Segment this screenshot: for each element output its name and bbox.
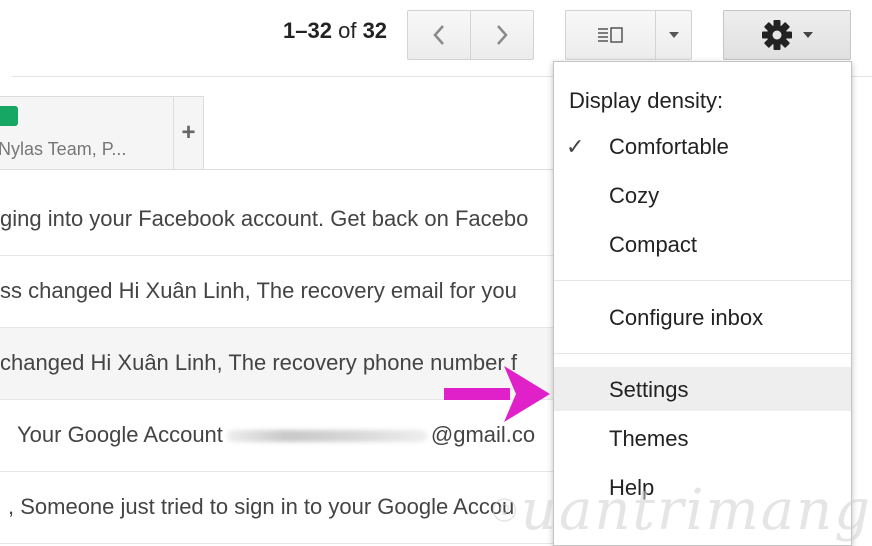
pagination-total: 32 xyxy=(362,18,388,43)
density-compact-item[interactable]: Compact xyxy=(554,222,851,266)
menu-separator xyxy=(554,353,851,354)
split-pane-menu-button[interactable] xyxy=(655,10,692,60)
email-snippet: ss changed Hi Xuân Linh, The recovery em… xyxy=(0,278,517,303)
tab-baseline xyxy=(12,169,572,170)
caret-down-icon xyxy=(803,32,813,38)
add-tab-button[interactable]: + xyxy=(174,96,204,170)
email-row[interactable]: ging into your Facebook account. Get bac… xyxy=(0,184,560,256)
toggle-split-pane-button[interactable] xyxy=(565,10,655,60)
themes-item[interactable]: Themes xyxy=(554,416,851,460)
menu-item-label: Configure inbox xyxy=(609,305,764,330)
email-row[interactable]: ss changed Hi Xuân Linh, The recovery em… xyxy=(0,256,560,328)
menu-item-label: Compact xyxy=(609,232,698,257)
display-density-heading: Display density: xyxy=(569,88,724,113)
lightbulb-logo-icon xyxy=(492,498,517,522)
email-snippet: , Someone just tried to sign in to your … xyxy=(8,494,515,519)
pagination-label: 1–32 of 32 xyxy=(283,18,387,44)
menu-separator xyxy=(554,280,851,281)
menu-item-label: Themes xyxy=(609,426,689,451)
chevron-right-icon xyxy=(497,25,508,45)
settings-button[interactable] xyxy=(723,10,851,60)
pagination-range: 1–32 xyxy=(283,18,332,43)
email-snippet: changed Hi Xuân Linh, The recovery phone… xyxy=(0,350,517,375)
density-cozy-item[interactable]: Cozy xyxy=(554,173,851,217)
checkmark-icon: ✓ xyxy=(566,134,585,159)
menu-item-label: Comfortable xyxy=(609,134,729,159)
tab-label: Nylas Team, P... xyxy=(0,139,127,159)
redacted-email xyxy=(226,430,427,443)
tab-color-indicator xyxy=(0,106,18,126)
email-row[interactable]: , Someone just tried to sign in to your … xyxy=(0,472,560,544)
watermark-text: uantrimang xyxy=(520,477,872,543)
older-button[interactable] xyxy=(470,10,534,60)
menu-item-label: Settings xyxy=(609,377,689,402)
chevron-left-icon xyxy=(433,25,444,45)
settings-item[interactable]: Settings xyxy=(554,367,851,411)
annotation-arrow-icon xyxy=(444,366,550,422)
configure-inbox-item[interactable]: Configure inbox xyxy=(554,295,851,339)
email-snippet: ging into your Facebook account. Get bac… xyxy=(0,206,529,231)
menu-item-label: Cozy xyxy=(609,183,660,208)
email-snippet-start: Your Google Account xyxy=(17,422,223,447)
watermark: uantrimang xyxy=(492,474,872,546)
reading-pane-icon xyxy=(597,27,623,43)
density-comfortable-item[interactable]: ✓ Comfortable xyxy=(554,124,851,168)
tab-nylas[interactable]: Nylas Team, P... xyxy=(0,96,174,170)
caret-down-icon xyxy=(668,32,679,38)
pagination-of: of xyxy=(338,18,357,43)
gear-icon xyxy=(762,20,792,50)
newer-button[interactable] xyxy=(407,10,470,60)
